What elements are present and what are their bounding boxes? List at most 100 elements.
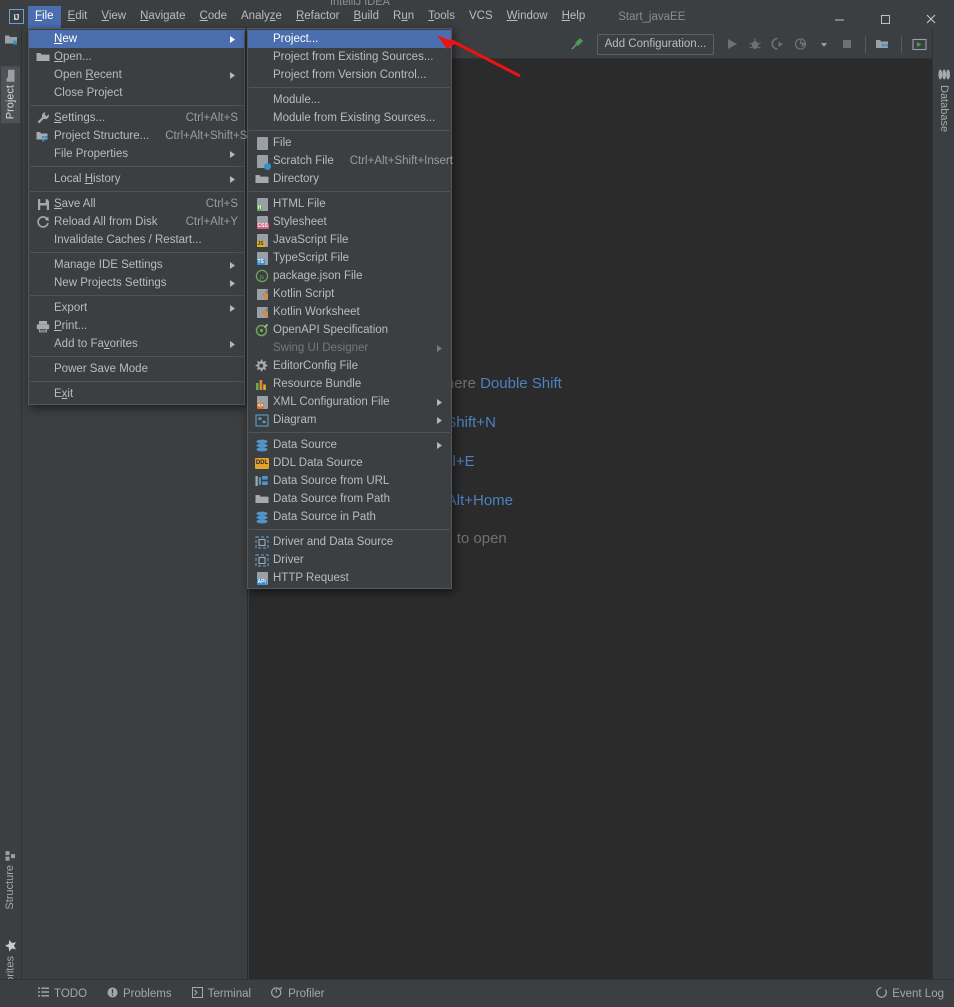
- menu-item-package-json-file[interactable]: js package.json File: [248, 267, 451, 285]
- submenu-arrow-icon: [226, 261, 238, 270]
- menu-item-html-file[interactable]: H HTML File: [248, 195, 451, 213]
- menu-item-openapi-specification[interactable]: OpenAPI Specification: [248, 321, 451, 339]
- menubar-item-build[interactable]: Build: [346, 6, 386, 28]
- submenu-arrow-icon: [226, 340, 238, 349]
- driver-icon: [251, 551, 273, 569]
- submenu-arrow-icon: [226, 150, 238, 159]
- folder-icon: [251, 490, 273, 508]
- statusbar-item-problems[interactable]: Problems: [97, 987, 182, 1001]
- stop-icon[interactable]: [836, 32, 859, 56]
- menu-item-print[interactable]: Print...: [29, 317, 244, 335]
- menu-item-module[interactable]: Module...: [248, 91, 451, 109]
- menubar-item-help[interactable]: Help: [555, 6, 593, 28]
- menu-item-file[interactable]: File: [248, 134, 451, 152]
- menu-item-stylesheet[interactable]: CSS Stylesheet: [248, 213, 451, 231]
- menubar-item-navigate[interactable]: Navigate: [133, 6, 192, 28]
- menu-item-file-properties[interactable]: File Properties: [29, 145, 244, 163]
- menu-item-close-project[interactable]: Close Project: [29, 84, 244, 102]
- menu-accel: Ctrl+Alt+Y: [186, 216, 238, 228]
- menu-item-invalidate-caches[interactable]: Invalidate Caches / Restart...: [29, 231, 244, 249]
- menubar-item-run[interactable]: Run: [386, 6, 421, 28]
- menu-item-typescript-file[interactable]: TS TypeScript File: [248, 249, 451, 267]
- select-in-icon[interactable]: [908, 32, 931, 56]
- submenu-arrow-icon: [226, 71, 238, 80]
- menubar-item-view[interactable]: View: [94, 6, 133, 28]
- statusbar-label: TODO: [54, 988, 87, 1000]
- menu-item-kotlin-script[interactable]: Kotlin Script: [248, 285, 451, 303]
- project-structure-icon[interactable]: [872, 32, 895, 56]
- menubar-item-file[interactable]: File: [28, 6, 61, 28]
- sidebar-item-structure[interactable]: Structure: [1, 846, 19, 914]
- ts-file-icon: TS: [251, 249, 273, 267]
- menu-item-add-to-favorites[interactable]: Add to Favorites: [29, 335, 244, 353]
- menu-item-diagram[interactable]: Diagram: [248, 411, 451, 429]
- add-configuration-button[interactable]: Add Configuration...: [597, 34, 715, 55]
- maximize-icon[interactable]: [862, 6, 908, 32]
- menu-separator: [249, 432, 450, 433]
- menu-item-open[interactable]: Open...: [29, 48, 244, 66]
- menubar-item-edit[interactable]: Edit: [61, 6, 95, 28]
- menu-item-project-from-version-control[interactable]: Project from Version Control...: [248, 66, 451, 84]
- menu-item-reload-all-from-disk[interactable]: Reload All from Disk Ctrl+Alt+Y: [29, 213, 244, 231]
- menu-item-project-from-existing-sources[interactable]: Project from Existing Sources...: [248, 48, 451, 66]
- structure-icon: [5, 850, 16, 862]
- menu-item-new-projects-settings[interactable]: New Projects Settings: [29, 274, 244, 292]
- menu-item-driver[interactable]: Driver: [248, 551, 451, 569]
- statusbar-item-terminal[interactable]: Terminal: [182, 987, 261, 1001]
- minimize-icon[interactable]: [816, 6, 862, 32]
- scratch-file-icon: [251, 152, 273, 170]
- menu-item-directory[interactable]: Directory: [248, 170, 451, 188]
- menubar-item-code[interactable]: Code: [193, 6, 235, 28]
- menu-item-project-structure[interactable]: Project Structure... Ctrl+Alt+Shift+S: [29, 127, 244, 145]
- menu-item-javascript-file[interactable]: JS JavaScript File: [248, 231, 451, 249]
- menu-item-manage-ide-settings[interactable]: Manage IDE Settings: [29, 256, 244, 274]
- sidebar-item-database[interactable]: Database: [935, 64, 953, 136]
- menu-item-data-source[interactable]: Data Source: [248, 436, 451, 454]
- statusbar-label: Event Log: [892, 988, 944, 1000]
- menubar-item-vcs[interactable]: VCS: [462, 6, 500, 28]
- blank-icon: [251, 66, 273, 84]
- kotlin-icon: [251, 303, 273, 321]
- profile-icon[interactable]: [790, 32, 813, 56]
- menu-item-new[interactable]: New: [29, 30, 244, 48]
- menu-item-export[interactable]: Export: [29, 299, 244, 317]
- hammer-build-icon[interactable]: [566, 32, 589, 56]
- http-request-icon: API: [251, 569, 273, 587]
- menu-item-http-request[interactable]: API HTTP Request: [248, 569, 451, 587]
- menu-item-local-history[interactable]: Local History: [29, 170, 244, 188]
- debug-icon[interactable]: [743, 32, 766, 56]
- menu-item-kotlin-worksheet[interactable]: Kotlin Worksheet: [248, 303, 451, 321]
- menu-item-scratch-file[interactable]: Scratch File Ctrl+Alt+Shift+Insert: [248, 152, 451, 170]
- menu-item-data-source-from-path[interactable]: Data Source from Path: [248, 490, 451, 508]
- menu-item-data-source-in-path[interactable]: Data Source in Path: [248, 508, 451, 526]
- menu-item-project[interactable]: Project...: [248, 30, 451, 48]
- menu-item-resource-bundle[interactable]: Resource Bundle: [248, 375, 451, 393]
- menubar-item-window[interactable]: Window: [500, 6, 555, 28]
- menu-item-power-save-mode[interactable]: Power Save Mode: [29, 360, 244, 378]
- run-with-coverage-icon[interactable]: [767, 32, 790, 56]
- sidebar-item-label: Project: [5, 85, 17, 119]
- menu-item-driver-and-data-source[interactable]: Driver and Data Source: [248, 533, 451, 551]
- statusbar-item-todo[interactable]: TODO: [28, 987, 97, 1000]
- menu-item-editorconfig-file[interactable]: EditorConfig File: [248, 357, 451, 375]
- statusbar-item-event-log[interactable]: Event Log: [876, 987, 944, 1001]
- menu-item-data-source-from-url[interactable]: Data Source from URL: [248, 472, 451, 490]
- project-toolwindow-button[interactable]: [2, 30, 21, 50]
- menu-item-ddl-data-source[interactable]: DDL DDL Data Source: [248, 454, 451, 472]
- sidebar-item-project[interactable]: Project: [1, 66, 20, 123]
- menubar-item-refactor[interactable]: Refactor: [289, 6, 346, 28]
- js-file-icon: JS: [251, 231, 273, 249]
- menu-item-module-from-existing-sources[interactable]: Module from Existing Sources...: [248, 109, 451, 127]
- menu-item-save-all[interactable]: Save All Ctrl+S: [29, 195, 244, 213]
- menu-item-settings[interactable]: Settings... Ctrl+Alt+S: [29, 109, 244, 127]
- menubar-item-tools[interactable]: Tools: [421, 6, 462, 28]
- submenu-arrow-icon: [226, 304, 238, 313]
- menu-item-exit[interactable]: Exit: [29, 385, 244, 403]
- chevron-down-icon[interactable]: [813, 32, 836, 56]
- statusbar-item-profiler[interactable]: Profiler: [261, 987, 334, 1001]
- run-icon[interactable]: [720, 32, 743, 56]
- submenu-arrow-icon: [433, 441, 445, 450]
- menu-item-xml-configuration-file[interactable]: <> XML Configuration File: [248, 393, 451, 411]
- menubar-item-analyze[interactable]: Analyze: [234, 6, 289, 28]
- menu-item-open-recent[interactable]: Open Recent: [29, 66, 244, 84]
